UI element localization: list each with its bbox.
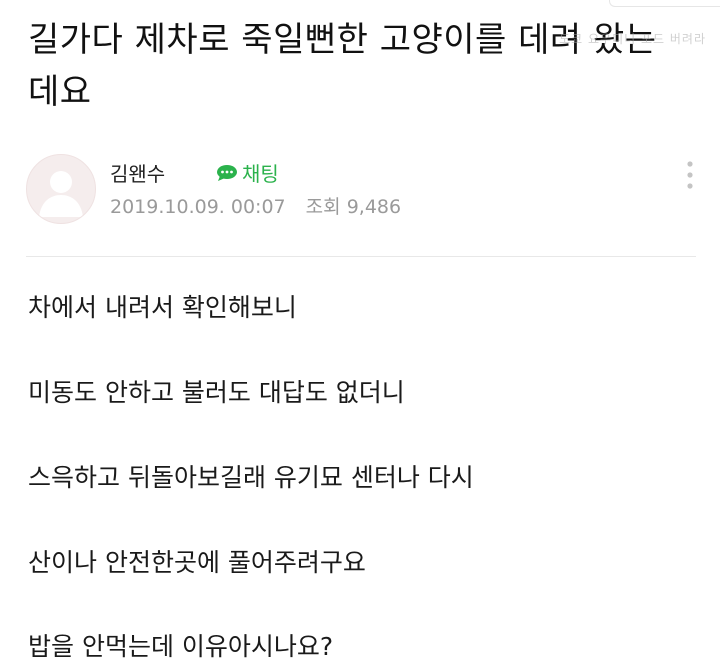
author-name[interactable]: 김왠수 bbox=[110, 158, 165, 187]
body-line: 미동도 안하고 불러도 대답도 없더니 bbox=[28, 378, 405, 407]
body-line: 밥을 안먹는데 이유아시나요? bbox=[28, 632, 334, 661]
default-avatar-icon[interactable] bbox=[26, 154, 96, 224]
header-divider bbox=[26, 256, 696, 257]
watermark: 도쿄 요우디니 포드 버려라 bbox=[559, 32, 706, 46]
body-line: 차에서 내려서 확인해보니 bbox=[28, 293, 297, 322]
top-toolbar-edge bbox=[609, 0, 720, 7]
views-label: 조회 bbox=[305, 196, 341, 218]
post-meta: 2019.10.09. 00:07 조회 9,486 bbox=[110, 192, 401, 219]
chat-label: 채팅 bbox=[242, 162, 279, 186]
post-date: 2019.10.09. 00:07 bbox=[110, 196, 286, 218]
views-count: 9,486 bbox=[346, 196, 402, 218]
chat-button[interactable]: 채팅 bbox=[216, 158, 279, 187]
post-page: 길가다 제차로 죽일뻔한 고양이를 데려 왔는데요 도쿄 요우디니 포드 버려라… bbox=[0, 0, 720, 664]
body-line: 스윽하고 뒤돌아보길래 유기묘 센터나 다시 bbox=[28, 463, 474, 492]
body-line: 산이나 안전한곳에 풀어주려구요 bbox=[28, 548, 366, 577]
chat-bubble-icon bbox=[216, 164, 238, 182]
more-vertical-icon[interactable] bbox=[684, 160, 696, 190]
author-row: 김왠수 채팅 2019.10.09. 00:07 조회 9,486 bbox=[26, 152, 696, 224]
